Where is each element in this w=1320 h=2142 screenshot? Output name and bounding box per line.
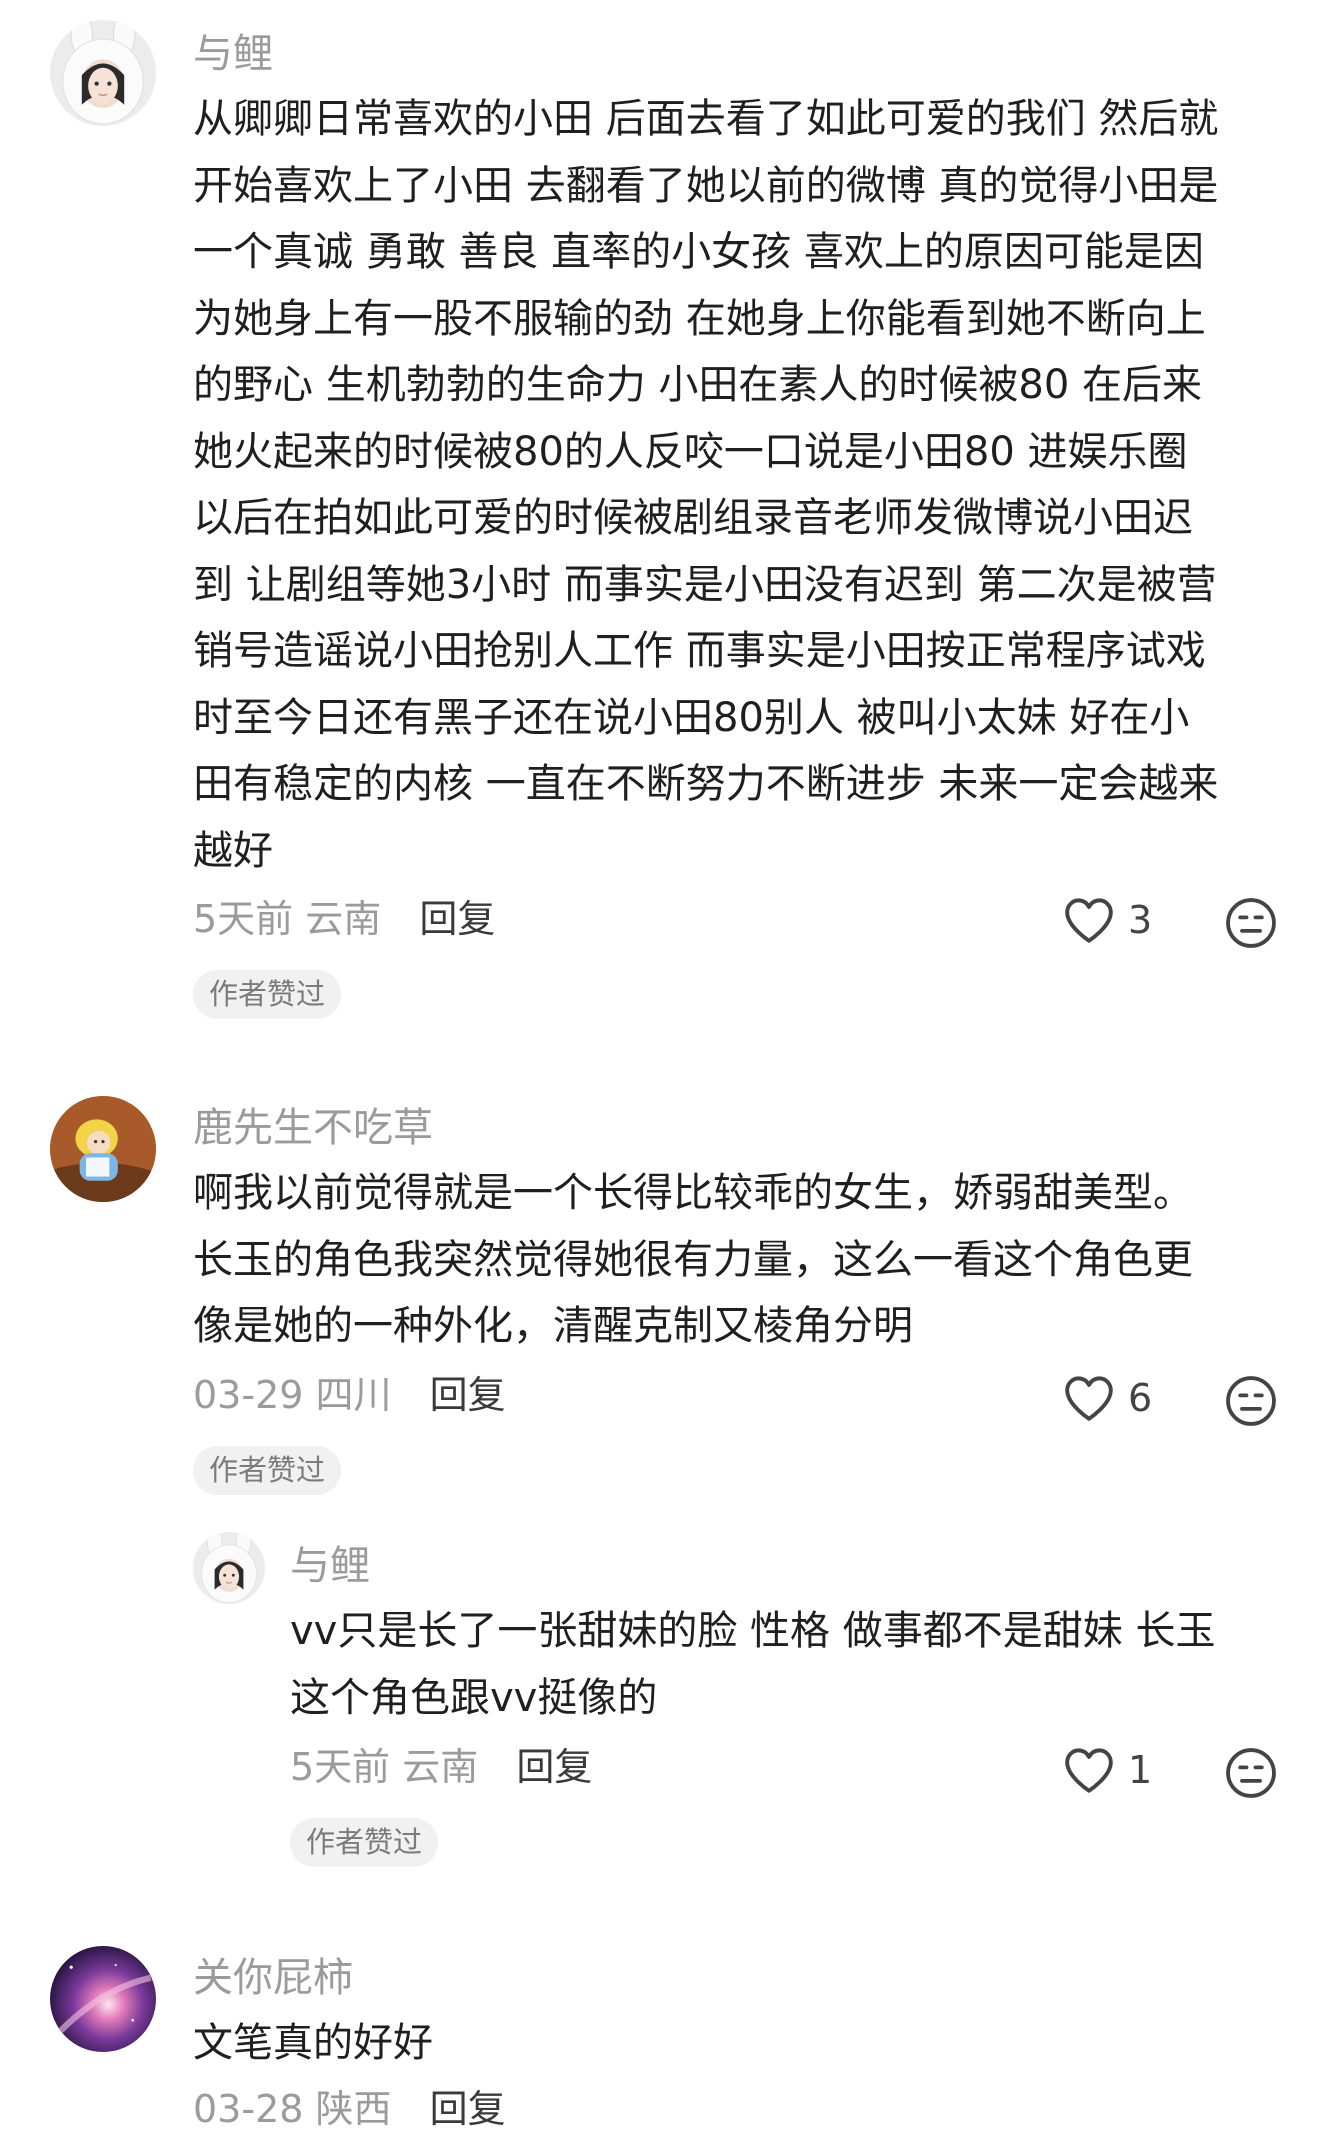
author-liked-badge: 作者赞过 (193, 970, 342, 1019)
comment-username[interactable]: 鹿先生不吃草 (193, 1108, 433, 1148)
like-count: 3 (1128, 898, 1153, 942)
reply-button[interactable]: 回复 (430, 1373, 506, 1417)
author-liked-badge: 作者赞过 (290, 1818, 439, 1867)
avatar-girl-bunny-hood-image (50, 20, 156, 126)
heart-icon (1065, 1748, 1113, 1793)
comment-text: 啊我以前觉得就是一个长得比较乖的女生，娇弱甜美型。 长玉的角色我突然觉得她很有力… (193, 1170, 1193, 1349)
comment-time: 03-29 (193, 1373, 304, 1417)
heart-icon (1065, 1376, 1113, 1421)
unhappy-face-icon (1226, 1748, 1276, 1798)
avatar-cartoon-alice-image (50, 1096, 156, 1202)
unhappy-face-icon (1226, 898, 1276, 948)
reply-button[interactable]: 回复 (516, 1745, 592, 1789)
heart-icon (1065, 898, 1113, 943)
avatar-galaxy-image (50, 1946, 156, 2052)
comment-time: 5天前 (193, 897, 294, 941)
comment-text: 从卿卿日常喜欢的小田 后面去看了如此可爱的我们 然后就 开始喜欢上了小田 去翻看… (193, 96, 1219, 874)
avatar[interactable] (50, 1096, 156, 1202)
comment-text: vv只是长了一张甜妹的脸 性格 做事都不是甜妹 长玉 这个角色跟vv挺像的 (290, 1608, 1216, 1721)
like-button[interactable]: 3 (1062, 896, 1152, 944)
avatar[interactable] (50, 1946, 156, 2052)
comment-text: 文笔真的好好 (193, 2020, 433, 2066)
comment-location: 陕西 (315, 2087, 392, 2131)
comment-username[interactable]: 与鲤 (193, 34, 273, 74)
dislike-button[interactable] (1224, 1746, 1278, 1800)
unhappy-face-icon (1226, 1376, 1276, 1426)
comment-meta: 5天前 云南 回复 (290, 1748, 592, 1786)
comment-username[interactable]: 关你屁柿 (193, 1958, 353, 1998)
comment-location: 四川 (315, 1373, 392, 1417)
avatar[interactable] (193, 1532, 265, 1604)
comment-location: 云南 (402, 1745, 479, 1789)
comment-meta: 5天前 云南 回复 (193, 900, 495, 938)
comment-meta: 03-28 陕西 回复 (193, 2090, 506, 2128)
comment-meta: 03-29 四川 回复 (193, 1376, 506, 1414)
like-count: 1 (1128, 1748, 1153, 1792)
dislike-button[interactable] (1224, 1374, 1278, 1428)
author-liked-badge: 作者赞过 (193, 1446, 342, 1495)
comment-username[interactable]: 与鲤 (290, 1546, 370, 1586)
like-count: 6 (1128, 1376, 1153, 1420)
comment-time: 5天前 (290, 1745, 391, 1789)
comment-time: 03-28 (193, 2087, 304, 2131)
reply-button[interactable]: 回复 (430, 2087, 506, 2131)
avatar[interactable] (50, 20, 156, 126)
reply-button[interactable]: 回复 (419, 897, 495, 941)
avatar-girl-bunny-hood-image (193, 1532, 265, 1604)
like-button[interactable]: 6 (1062, 1374, 1152, 1422)
comment-location: 云南 (305, 897, 382, 941)
like-button[interactable]: 1 (1062, 1746, 1152, 1794)
dislike-button[interactable] (1224, 896, 1278, 950)
